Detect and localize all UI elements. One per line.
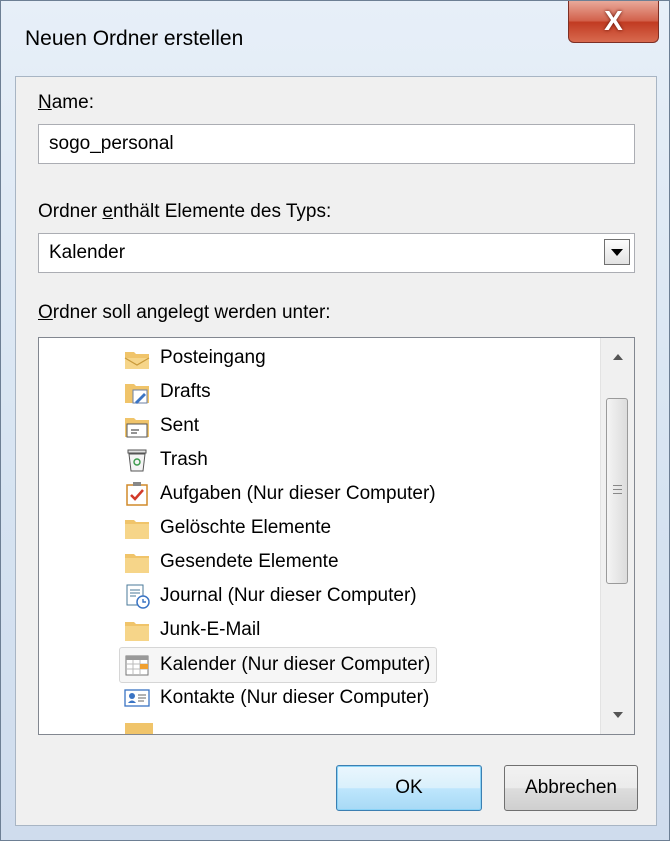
inbox-folder-icon	[123, 344, 151, 372]
title-bar[interactable]: Neuen Ordner erstellen X	[1, 1, 669, 77]
tree-item-label: Gelöschte Elemente	[160, 517, 332, 538]
tree-scrollbar[interactable]	[600, 338, 634, 734]
type-select-value: Kalender	[49, 242, 126, 263]
calendar-icon	[123, 651, 151, 679]
tree-item-label: Drafts	[160, 381, 211, 402]
sent-folder-icon	[123, 412, 151, 440]
tree-item-drafts[interactable]: Drafts	[123, 375, 211, 409]
tree-item-label: Junk-E-Mail	[160, 619, 261, 640]
tasks-icon	[123, 480, 151, 508]
tree-item-trash[interactable]: Trash	[123, 443, 208, 477]
ok-button[interactable]: OK	[336, 765, 482, 811]
journal-icon	[123, 582, 151, 610]
tree-item-label: Kalender (Nur dieser Computer)	[160, 654, 431, 675]
folder-tree[interactable]: Posteingang Drafts Sent Trash Aufgaben (…	[38, 337, 635, 735]
location-label: Ordner soll angelegt werden unter:	[38, 302, 331, 323]
name-input[interactable]: sogo_personal	[38, 124, 635, 164]
arrow-down-icon	[612, 712, 623, 718]
type-label: Ordner enthält Elemente des Typs:	[38, 201, 332, 222]
tree-item-journal[interactable]: Journal (Nur dieser Computer)	[123, 579, 417, 613]
tree-item-label: Journal (Nur dieser Computer)	[160, 585, 417, 606]
folder-icon	[123, 548, 151, 576]
arrow-up-icon	[612, 354, 623, 360]
type-select[interactable]: Kalender	[38, 233, 635, 273]
grip-line	[613, 485, 622, 486]
tree-item-aufgaben[interactable]: Aufgaben (Nur dieser Computer)	[123, 477, 436, 511]
tree-item-kontakte[interactable]: Kontakte (Nur dieser Computer)	[123, 681, 429, 715]
dropdown-button[interactable]	[604, 239, 630, 265]
name-label: Name:	[38, 92, 94, 113]
tree-item-label: Kontakte (Nur dieser Computer)	[160, 687, 430, 708]
contacts-icon	[123, 684, 151, 712]
tree-item-label: Sent	[160, 415, 200, 436]
grip-line	[613, 489, 622, 490]
trash-icon	[123, 446, 151, 474]
chevron-down-icon	[611, 248, 623, 256]
tree-item-gesendete[interactable]: Gesendete Elemente	[123, 545, 339, 579]
cancel-button[interactable]: Abbrechen	[504, 765, 638, 811]
tree-item-posteingang[interactable]: Posteingang	[123, 341, 266, 375]
dialog-title: Neuen Ordner erstellen	[25, 27, 244, 50]
drafts-folder-icon	[123, 378, 151, 406]
close-icon: X	[604, 5, 623, 36]
tree-item-junk[interactable]: Junk-E-Mail	[123, 613, 260, 647]
close-button[interactable]: X	[568, 1, 659, 43]
tree-item-geloeschte[interactable]: Gelöschte Elemente	[123, 511, 331, 545]
partial-folder-icon	[125, 723, 153, 734]
tree-item-sent[interactable]: Sent	[123, 409, 199, 443]
tree-item-label: Posteingang	[160, 347, 266, 368]
scroll-up-button[interactable]	[601, 342, 634, 372]
folder-icon	[123, 616, 151, 644]
tree-item-label: Aufgaben (Nur dieser Computer)	[160, 483, 436, 504]
folder-icon	[123, 514, 151, 542]
dialog-window: Neuen Ordner erstellen X Name: sogo_pers…	[0, 0, 670, 841]
scroll-thumb[interactable]	[606, 398, 628, 584]
tree-item-label: Gesendete Elemente	[160, 551, 339, 572]
tree-item-kalender[interactable]: Kalender (Nur dieser Computer)	[119, 647, 438, 683]
grip-line	[613, 493, 622, 494]
tree-item-label: Trash	[160, 449, 208, 470]
dialog-body: Name: sogo_personal Ordner enthält Eleme…	[15, 76, 657, 826]
scroll-down-button[interactable]	[601, 700, 634, 730]
